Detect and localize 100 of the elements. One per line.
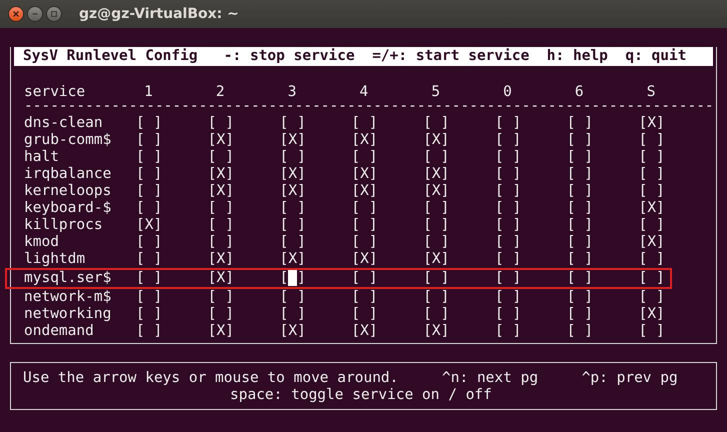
runlevel-checkbox[interactable]: [ ] bbox=[566, 289, 593, 306]
runlevel-checkbox[interactable]: [ ] bbox=[638, 217, 665, 234]
runlevel-checkbox[interactable]: [X] bbox=[423, 251, 450, 268]
runlevel-checkbox[interactable]: [ ] bbox=[351, 306, 378, 323]
runlevel-checkbox[interactable]: [ ] bbox=[494, 115, 522, 132]
runlevel-checkbox[interactable]: [ ] bbox=[208, 289, 234, 306]
runlevel-checkbox[interactable]: [ ] bbox=[638, 323, 665, 340]
runlevel-checkbox[interactable]: [ ] bbox=[351, 200, 378, 217]
service-name[interactable]: network-m$ bbox=[24, 289, 136, 306]
service-name[interactable]: kerneloops bbox=[24, 183, 136, 200]
runlevel-checkbox[interactable]: [ ] bbox=[494, 234, 522, 251]
runlevel-checkbox[interactable]: [ ] bbox=[638, 132, 665, 149]
runlevel-checkbox[interactable]: [ ] bbox=[136, 234, 162, 251]
runlevel-checkbox[interactable]: [ ] bbox=[280, 149, 306, 166]
runlevel-checkbox[interactable]: [ ] bbox=[566, 306, 593, 323]
highlighted-row[interactable]: mysql.ser$ [ ] [X] [ ] [ ] [ ] [ ] [ ] [ ] bbox=[5, 268, 672, 289]
runlevel-checkbox[interactable]: [ ] bbox=[280, 306, 306, 323]
maximize-icon[interactable] bbox=[46, 6, 62, 22]
runlevel-checkbox[interactable]: [ ] bbox=[351, 217, 378, 234]
service-row[interactable]: dns-clean [ ] [ ] [ ] [ ] [ ] [ ] [ ] [X] bbox=[24, 115, 713, 132]
runlevel-checkbox[interactable]: [ ] bbox=[136, 270, 162, 287]
runlevel-checkbox[interactable]: [ ] bbox=[136, 149, 162, 166]
runlevel-checkbox[interactable]: [X] bbox=[638, 200, 665, 217]
service-row[interactable]: irqbalance [ ] [X] [X] [X] [X] [ ] [ ] [ ] bbox=[24, 166, 713, 183]
runlevel-checkbox[interactable]: [ ] bbox=[423, 306, 450, 323]
service-name[interactable]: keyboard-$ bbox=[24, 200, 136, 217]
service-row[interactable]: network-m$ [ ] [ ] [ ] [ ] [ ] [ ] [ ] [ ] bbox=[24, 289, 713, 306]
runlevel-checkbox[interactable]: [ ] bbox=[566, 115, 593, 132]
runlevel-checkbox[interactable]: [ ] bbox=[208, 200, 234, 217]
runlevel-checkbox[interactable]: [ ] bbox=[136, 132, 162, 149]
runlevel-checkbox[interactable]: [ ] bbox=[638, 270, 665, 287]
runlevel-checkbox[interactable]: [X] bbox=[208, 166, 234, 183]
runlevel-checkbox[interactable]: [X] bbox=[280, 132, 306, 149]
runlevel-checkbox[interactable]: [ ] bbox=[351, 115, 378, 132]
service-name[interactable]: dns-clean bbox=[24, 115, 136, 132]
runlevel-checkbox[interactable]: [ ] bbox=[638, 166, 665, 183]
runlevel-checkbox[interactable]: [ ] bbox=[423, 217, 450, 234]
runlevel-checkbox[interactable]: [X] bbox=[280, 183, 306, 200]
runlevel-checkbox[interactable]: [X] bbox=[638, 306, 665, 323]
runlevel-checkbox[interactable]: [X] bbox=[351, 166, 378, 183]
runlevel-checkbox[interactable]: [ ] bbox=[494, 251, 522, 268]
runlevel-checkbox[interactable]: [ ] bbox=[351, 270, 378, 287]
runlevel-checkbox[interactable]: [ ] bbox=[423, 200, 450, 217]
runlevel-checkbox[interactable]: [ ] bbox=[566, 200, 593, 217]
runlevel-checkbox[interactable]: [ ] bbox=[208, 306, 234, 323]
runlevel-checkbox[interactable]: [ ] bbox=[494, 270, 522, 287]
runlevel-checkbox[interactable]: [X] bbox=[351, 132, 378, 149]
runlevel-checkbox[interactable]: [ ] bbox=[494, 323, 522, 340]
runlevel-checkbox[interactable]: [ ] bbox=[638, 149, 665, 166]
runlevel-checkbox[interactable]: [X] bbox=[208, 183, 234, 200]
service-name[interactable]: irqbalance bbox=[24, 166, 136, 183]
service-row[interactable]: ondemand [ ] [X] [X] [X] [X] [ ] [ ] [ ] bbox=[24, 323, 713, 340]
service-row[interactable]: halt [ ] [ ] [ ] [ ] [ ] [ ] [ ] [ ] bbox=[24, 149, 713, 166]
runlevel-checkbox[interactable]: [ ] bbox=[280, 234, 306, 251]
runlevel-checkbox[interactable]: [ ] bbox=[136, 115, 162, 132]
service-row[interactable]: kerneloops [ ] [X] [X] [X] [X] [ ] [ ] [ ] bbox=[24, 183, 713, 200]
runlevel-checkbox[interactable]: [X] bbox=[208, 251, 234, 268]
runlevel-checkbox[interactable]: [ ] bbox=[566, 323, 593, 340]
runlevel-checkbox[interactable]: [ ] bbox=[566, 132, 593, 149]
service-name[interactable]: killprocs bbox=[24, 217, 136, 234]
runlevel-checkbox[interactable]: [ ] bbox=[423, 149, 450, 166]
runlevel-checkbox[interactable]: [X] bbox=[638, 234, 665, 251]
runlevel-checkbox[interactable]: [ ] bbox=[566, 217, 593, 234]
service-row[interactable]: networking [ ] [ ] [ ] [ ] [ ] [ ] [ ] [X] bbox=[24, 306, 713, 323]
runlevel-checkbox[interactable]: [X] bbox=[423, 132, 450, 149]
runlevel-checkbox[interactable]: [ ] bbox=[638, 251, 665, 268]
runlevel-checkbox[interactable]: [ ] bbox=[351, 149, 378, 166]
runlevel-checkbox[interactable]: [ ] bbox=[638, 183, 665, 200]
runlevel-checkbox[interactable]: [ ] bbox=[136, 289, 162, 306]
service-row[interactable]: grub-comm$ [ ] [X] [X] [X] [X] [ ] [ ] [ ] bbox=[24, 132, 713, 149]
runlevel-checkbox[interactable]: [ ] bbox=[351, 289, 378, 306]
runlevel-checkbox[interactable]: [X] bbox=[136, 217, 162, 234]
runlevel-checkbox[interactable]: [ ] bbox=[566, 234, 593, 251]
runlevel-checkbox[interactable]: [ ] bbox=[423, 270, 450, 287]
runlevel-checkbox[interactable]: [ ] bbox=[351, 234, 378, 251]
runlevel-checkbox[interactable]: [X] bbox=[423, 323, 450, 340]
runlevel-checkbox[interactable]: [ ] bbox=[280, 217, 306, 234]
runlevel-checkbox[interactable]: [ ] bbox=[136, 323, 162, 340]
runlevel-checkbox[interactable]: [X] bbox=[280, 323, 306, 340]
runlevel-checkbox[interactable]: [ ] bbox=[136, 183, 162, 200]
runlevel-checkbox[interactable]: [X] bbox=[351, 183, 378, 200]
runlevel-checkbox[interactable]: [ ] bbox=[208, 149, 234, 166]
runlevel-checkbox[interactable]: [ ] bbox=[494, 200, 522, 217]
runlevel-checkbox[interactable]: [ ] bbox=[280, 115, 306, 132]
runlevel-checkbox[interactable]: [ ] bbox=[494, 166, 522, 183]
runlevel-checkbox[interactable]: [ ] bbox=[494, 183, 522, 200]
runlevel-checkbox[interactable]: [ ] bbox=[566, 149, 593, 166]
service-name[interactable]: mysql.ser$ bbox=[24, 270, 136, 287]
runlevel-checkbox[interactable]: [X] bbox=[423, 183, 450, 200]
service-name[interactable]: grub-comm$ bbox=[24, 132, 136, 149]
service-name[interactable]: lightdm bbox=[24, 251, 136, 268]
runlevel-checkbox[interactable]: [ ] bbox=[423, 289, 450, 306]
runlevel-checkbox[interactable]: [ ] bbox=[136, 200, 162, 217]
runlevel-checkbox[interactable]: [X] bbox=[208, 270, 234, 287]
service-row[interactable]: lightdm [ ] [X] [X] [X] [X] [ ] [ ] [ ] bbox=[24, 251, 713, 268]
minimize-icon[interactable] bbox=[27, 6, 43, 22]
runlevel-checkbox[interactable]: [ ] bbox=[136, 306, 162, 323]
service-name[interactable]: kmod bbox=[24, 234, 136, 251]
runlevel-checkbox[interactable]: [X] bbox=[208, 132, 234, 149]
runlevel-checkbox[interactable]: [X] bbox=[208, 323, 234, 340]
